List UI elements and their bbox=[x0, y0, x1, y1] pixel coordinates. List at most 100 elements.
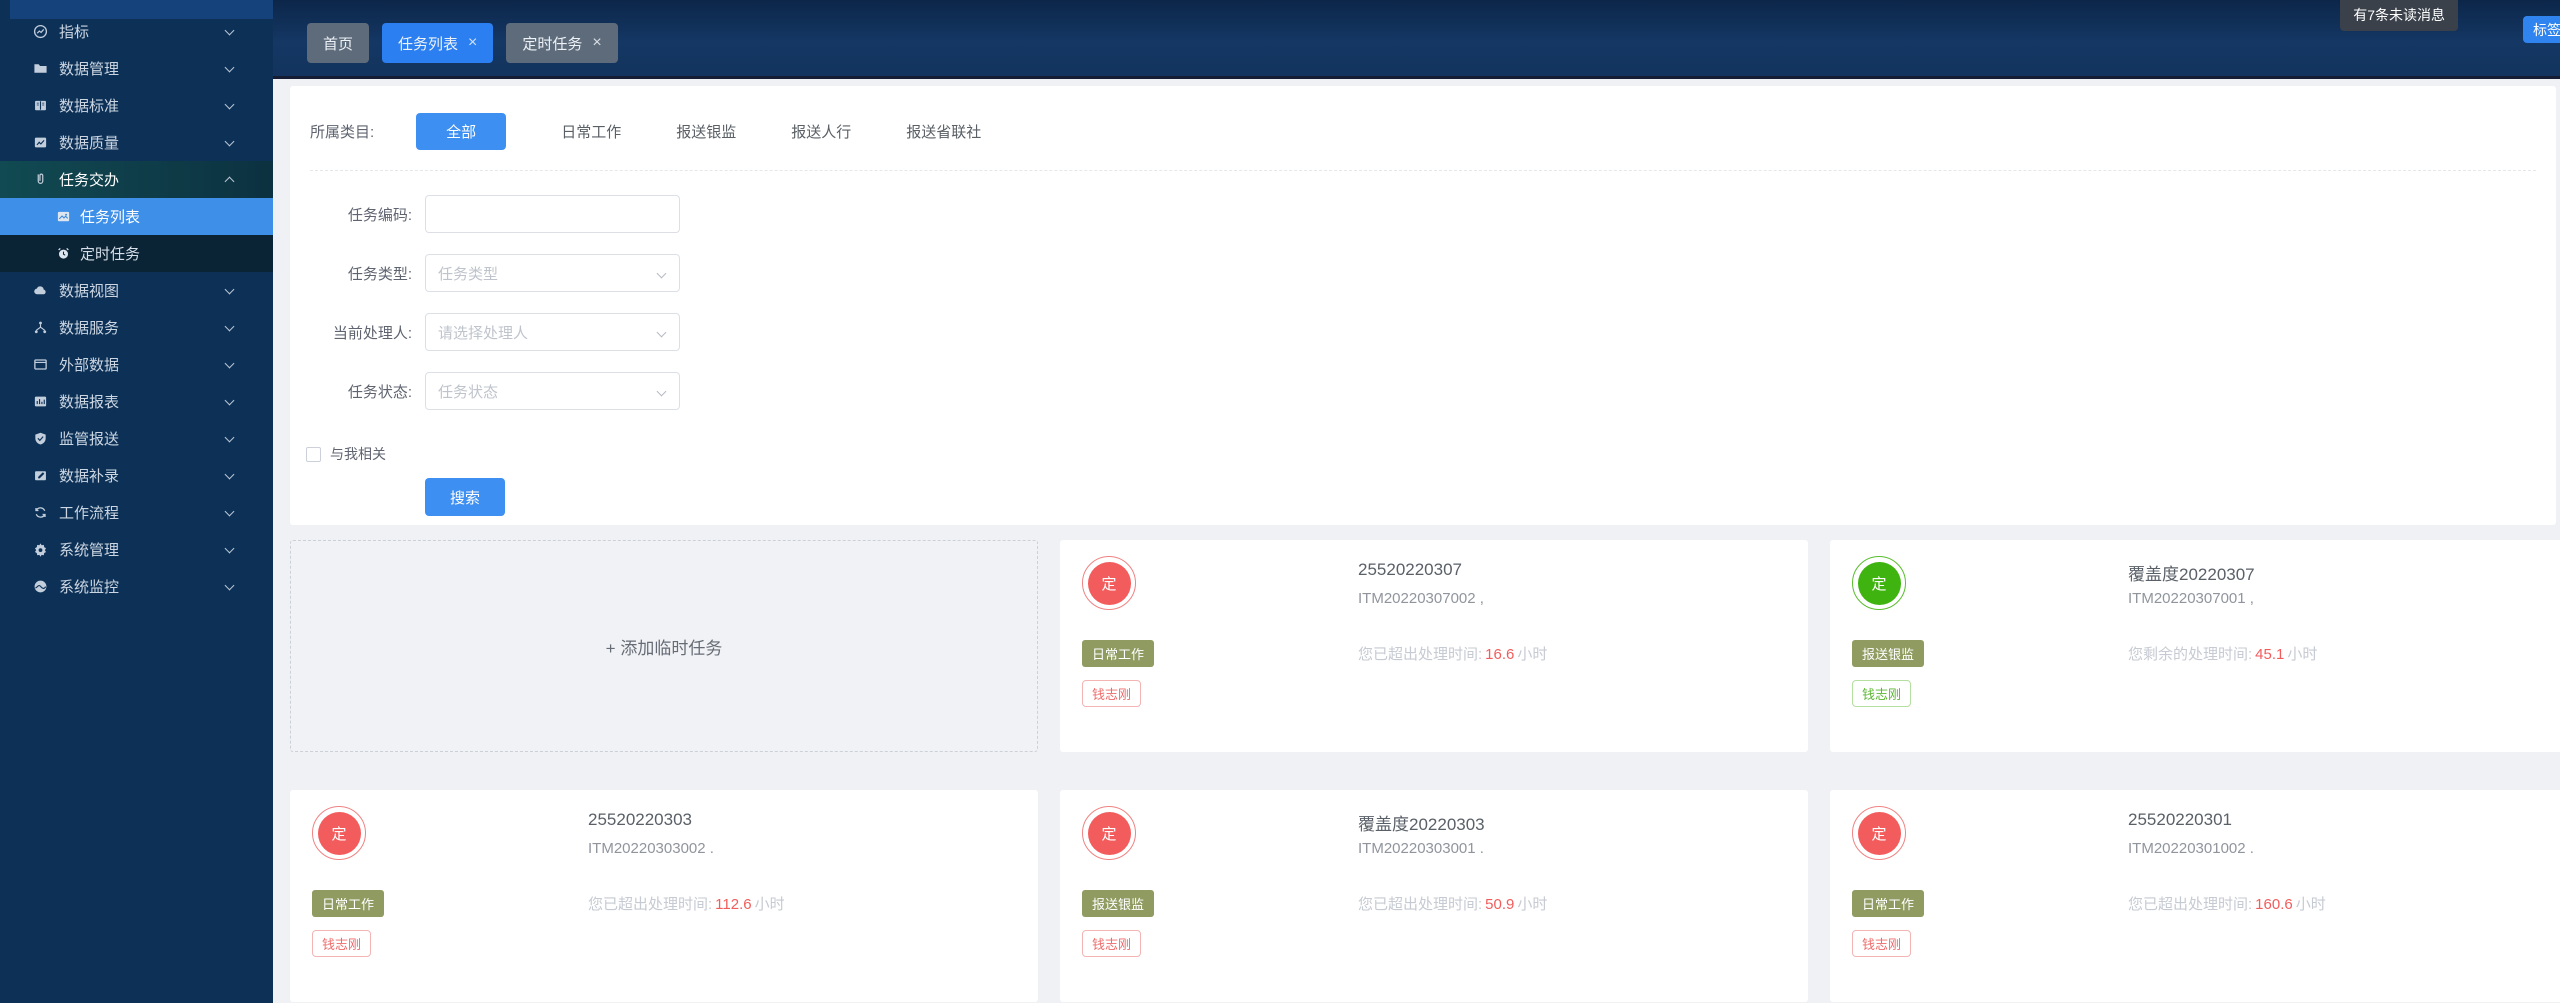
tab[interactable]: 首页 bbox=[307, 23, 370, 63]
status-hours: 112.6 bbox=[715, 896, 752, 913]
sidebar-item-label: 数据管理 bbox=[59, 61, 120, 78]
category-option[interactable]: 报送人行 bbox=[791, 121, 851, 142]
sidebar-item-label: 数据服务 bbox=[59, 320, 120, 337]
category-option[interactable]: 日常工作 bbox=[561, 121, 621, 142]
sidebar-item[interactable]: 监管报送 bbox=[0, 420, 273, 457]
status-unit: 小时 bbox=[2287, 646, 2318, 663]
status-prefix: 您已超出处理时间: bbox=[1358, 896, 1483, 913]
sidebar-item[interactable]: 数据质量 bbox=[0, 124, 273, 161]
image-icon bbox=[56, 209, 71, 224]
task-card[interactable]: 定 25520220307 ITM20220307002 , 日常工作 钱志刚 您已超出处… bbox=[1060, 540, 1808, 752]
report-icon bbox=[33, 394, 48, 409]
sidebar-subitem[interactable]: 任务列表 bbox=[0, 198, 273, 235]
tab-label: 定时任务 bbox=[522, 35, 583, 53]
main-content: 所属类目: 全部 日常工作 报送银监 报送人行 报送省联社 任务编码: 任务类型: 任务类型… bbox=[273, 79, 2560, 1003]
sidebar-item[interactable]: 外部数据 bbox=[0, 346, 273, 383]
category-option[interactable]: 报送省联社 bbox=[906, 121, 981, 142]
close-icon[interactable]: × bbox=[468, 34, 477, 52]
assignee-tag[interactable]: 钱志刚 bbox=[1852, 680, 1912, 707]
status-unit: 小时 bbox=[2295, 896, 2326, 913]
card-status: 您已超出处理时间: 50.9 小时 bbox=[1358, 893, 1547, 914]
assignee-tag[interactable]: 钱志刚 bbox=[1852, 930, 1912, 957]
field-label: 任务状态: bbox=[347, 383, 412, 401]
category-button-active[interactable]: 全部 bbox=[416, 113, 507, 150]
chevron-down-icon bbox=[224, 358, 235, 369]
sidebar-item[interactable]: 工作流程 bbox=[0, 494, 273, 531]
sidebar-item-label: 监管报送 bbox=[59, 431, 120, 448]
category-tag: 日常工作 bbox=[1082, 640, 1155, 667]
sidebar-item[interactable]: 数据补录 bbox=[0, 457, 273, 494]
add-temp-task-card[interactable]: + 添加临时任务 bbox=[290, 540, 1038, 752]
task-card[interactable]: 定 覆盖度20220303 ITM20220303001 . 报送银监 钱志刚 您已超出处… bbox=[1060, 790, 1808, 1002]
chart-icon bbox=[33, 135, 48, 150]
status-unit: 小时 bbox=[1517, 646, 1548, 663]
task-status-select[interactable]: 任务状态 bbox=[425, 372, 680, 410]
assignee-tag[interactable]: 钱志刚 bbox=[1082, 930, 1142, 957]
tab-label: 首页 bbox=[323, 35, 354, 53]
chevron-down-icon bbox=[224, 284, 235, 295]
status-unit: 小时 bbox=[754, 896, 785, 913]
timed-task-badge-icon: 定 bbox=[1852, 806, 1906, 860]
card-title: 25520220303 bbox=[588, 810, 693, 829]
related-to-me-checkbox-row[interactable]: 与我相关 bbox=[306, 444, 2556, 464]
task-code-input[interactable] bbox=[425, 195, 680, 233]
sidebar-item-label: 数据报表 bbox=[59, 394, 120, 411]
monitor-icon bbox=[33, 579, 48, 594]
search-button[interactable]: 搜索 bbox=[425, 478, 505, 516]
task-card[interactable]: 定 覆盖度20220307 ITM20220307001 , 报送银监 钱志刚 您剩余的处… bbox=[1830, 540, 2560, 752]
folder-icon bbox=[33, 61, 48, 76]
chevron-down-icon bbox=[224, 432, 235, 443]
sidebar-item-label: 系统管理 bbox=[59, 542, 120, 559]
card-status: 您已超出处理时间: 112.6 小时 bbox=[588, 893, 785, 914]
sidebar-item[interactable]: 指标 bbox=[0, 13, 273, 50]
category-option[interactable]: 报送银监 bbox=[676, 121, 736, 142]
tag-options-button[interactable]: 标签选项 bbox=[2523, 16, 2560, 43]
badge-text: 定 bbox=[1087, 561, 1131, 605]
chevron-down-icon bbox=[224, 395, 235, 406]
task-type-select[interactable]: 任务类型 bbox=[425, 254, 680, 292]
status-prefix: 您剩余的处理时间: bbox=[2128, 646, 2253, 663]
status-unit: 小时 bbox=[1517, 896, 1548, 913]
badge-text: 定 bbox=[1857, 561, 1901, 605]
sidebar-item-label: 数据质量 bbox=[59, 135, 120, 152]
assignee-tag[interactable]: 钱志刚 bbox=[312, 930, 372, 957]
chevron-down-icon bbox=[224, 25, 235, 36]
tab-label: 任务列表 bbox=[398, 35, 459, 53]
category-row: 所属类目: 全部 日常工作 报送银监 报送人行 报送省联社 bbox=[290, 86, 2556, 150]
chart-line-icon bbox=[33, 24, 48, 39]
category-tag: 日常工作 bbox=[1852, 890, 1925, 917]
sidebar-item[interactable]: 系统管理 bbox=[0, 531, 273, 568]
card-status: 您剩余的处理时间: 45.1 小时 bbox=[2128, 643, 2317, 664]
task-card[interactable]: 定 25520220301 ITM20220301002 . 日常工作 钱志刚 您已超出处… bbox=[1830, 790, 2560, 1002]
card-title: 25520220307 bbox=[1358, 560, 1463, 579]
category-tag: 报送银监 bbox=[1852, 640, 1925, 667]
chevron-down-icon bbox=[656, 268, 667, 279]
sidebar-item[interactable]: 数据报表 bbox=[0, 383, 273, 420]
sidebar-subitem[interactable]: 定时任务 bbox=[0, 235, 273, 272]
tab[interactable]: 定时任务 × bbox=[506, 23, 618, 63]
status-prefix: 您已超出处理时间: bbox=[2128, 896, 2253, 913]
field-label: 任务编码: bbox=[347, 206, 412, 224]
sidebar-item[interactable]: 任务交办 bbox=[0, 161, 273, 198]
sidebar-item[interactable]: 系统监控 bbox=[0, 568, 273, 605]
handler-select[interactable]: 请选择处理人 bbox=[425, 313, 680, 351]
sidebar-item[interactable]: 数据管理 bbox=[0, 50, 273, 87]
close-icon[interactable]: × bbox=[592, 34, 601, 52]
assignee-tag[interactable]: 钱志刚 bbox=[1082, 680, 1142, 707]
category-tag: 报送银监 bbox=[1082, 890, 1155, 917]
checkbox-icon[interactable] bbox=[306, 446, 321, 462]
sidebar-item[interactable]: 数据服务 bbox=[0, 309, 273, 346]
card-subtitle: ITM20220303001 . bbox=[1358, 840, 1484, 857]
chevron-down-icon bbox=[224, 62, 235, 73]
chevron-down-icon bbox=[224, 136, 235, 147]
task-card[interactable]: 定 25520220303 ITM20220303002 . 日常工作 钱志刚 您已超出处… bbox=[290, 790, 1038, 1002]
status-hours: 16.6 bbox=[1485, 646, 1515, 663]
card-status: 您已超出处理时间: 160.6 小时 bbox=[2128, 893, 2326, 914]
divider bbox=[310, 170, 2536, 171]
select-placeholder: 任务状态 bbox=[438, 383, 499, 401]
timed-task-badge-icon: 定 bbox=[1082, 556, 1136, 610]
sidebar-item[interactable]: 数据视图 bbox=[0, 272, 273, 309]
category-label: 所属类目: bbox=[310, 124, 375, 141]
tab[interactable]: 任务列表 × bbox=[382, 23, 494, 63]
sidebar-item[interactable]: 数据标准 bbox=[0, 87, 273, 124]
